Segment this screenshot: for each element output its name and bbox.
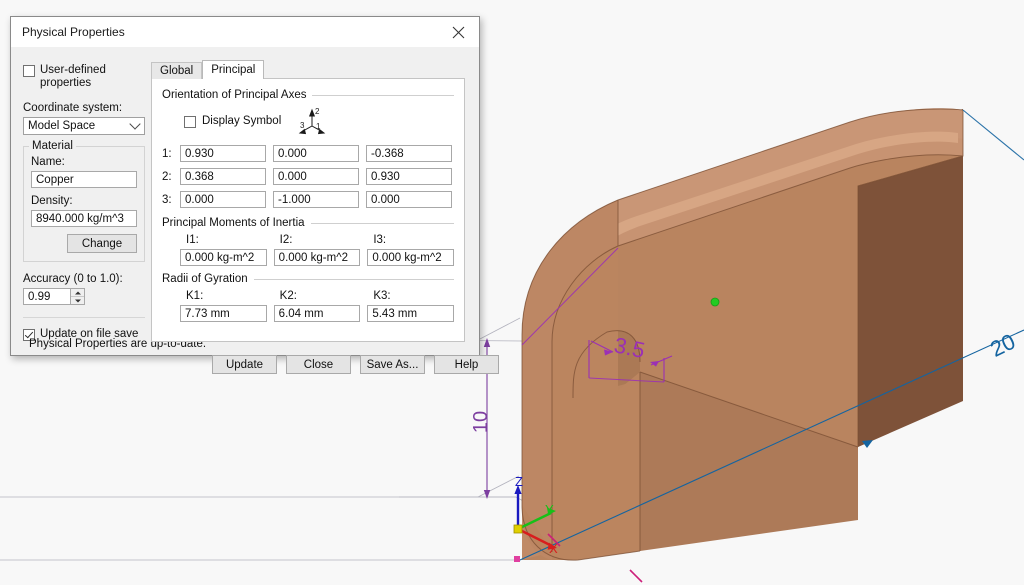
moment-i3-label: I3:: [373, 234, 387, 246]
update-button[interactable]: Update: [212, 355, 277, 374]
axis-row-index: 1:: [162, 147, 172, 160]
moments-row: I1: 0.000 kg-m^2 I2: 0.000 kg-m^2 I3: 0.…: [162, 234, 455, 266]
coordinate-system-select[interactable]: Model Space: [23, 117, 145, 135]
moment-i3: I3: 0.000 kg-m^2: [367, 234, 455, 266]
moment-i1-label: I1:: [186, 234, 199, 246]
radius-k2-field[interactable]: 6.04 mm: [273, 305, 361, 322]
dialog-buttons: Update Close Save As... Help: [212, 355, 499, 374]
radius-k2-label: K2:: [279, 290, 297, 302]
table-row: 3: 0.000 -1.000 0.000: [162, 191, 454, 208]
axis-row-index: 2:: [162, 170, 172, 183]
user-defined-properties-row[interactable]: User-defined properties: [23, 64, 145, 90]
coordinate-system-label: Coordinate system:: [23, 102, 123, 114]
selected-point[interactable]: [710, 297, 720, 307]
accuracy-field[interactable]: 0.99: [23, 288, 70, 305]
display-symbol-checkbox[interactable]: [184, 115, 196, 128]
moment-i2-label: I2:: [279, 234, 293, 246]
radius-k1-label: K1:: [186, 290, 204, 302]
axis-2-label: 2: [315, 107, 320, 116]
dialog-title: Physical Properties: [22, 25, 125, 39]
table-row: 2: 0.368 0.000 0.930: [162, 168, 454, 185]
material-density-label: Density:: [31, 195, 73, 207]
ucs-y-label: Y: [545, 502, 554, 517]
orientation-section-title: Orientation of Principal Axes: [162, 89, 307, 101]
axis-3-c2-field[interactable]: -1.000: [273, 191, 359, 208]
dimension-height-label: 10: [470, 411, 492, 433]
display-symbol-label: Display Symbol: [202, 114, 282, 127]
tabstrip: Global Principal: [151, 60, 465, 79]
moments-section-title: Principal Moments of Inertia: [162, 217, 305, 229]
axis-1-label: 1: [316, 122, 321, 131]
dialog-body: User-defined properties Coordinate syste…: [11, 47, 499, 374]
close-glyph: [452, 26, 464, 38]
physical-properties-dialog[interactable]: Physical Properties User-defined propert…: [10, 16, 499, 374]
axis-1-c2-field[interactable]: 0.000: [273, 145, 359, 162]
moments-section-header: Principal Moments of Inertia: [162, 217, 454, 229]
moment-i3-field[interactable]: 0.000 kg-m^2: [367, 249, 455, 266]
radius-k3: K3: 5.43 mm: [367, 290, 455, 322]
material-density-field[interactable]: 8940.000 kg/m^3: [31, 210, 137, 227]
axis-1-c3-field[interactable]: -0.368: [366, 145, 452, 162]
orientation-section-header: Orientation of Principal Axes: [162, 89, 454, 101]
principal-axes-icon: 2 1 3: [298, 107, 326, 135]
radius-k2: K2: 6.04 mm: [273, 290, 361, 322]
axis-2-c2-field[interactable]: 0.000: [273, 168, 359, 185]
moment-i2-field[interactable]: 0.000 kg-m^2: [273, 249, 361, 266]
moment-i1: I1: 0.000 kg-m^2: [180, 234, 267, 266]
close-button[interactable]: Close: [286, 355, 351, 374]
user-defined-properties-checkbox[interactable]: [23, 65, 35, 77]
chevron-down-icon: [129, 118, 141, 130]
accuracy-stepper[interactable]: 0.99: [23, 288, 85, 305]
accuracy-spin-up[interactable]: [71, 289, 84, 297]
radii-row: K1: 7.73 mm K2: 6.04 mm K3: 5.43 mm: [162, 290, 455, 322]
radii-section-header: Radii of Gyration: [162, 273, 454, 285]
ucs-z-label: Z: [515, 474, 523, 489]
coordinate-system-value: Model Space: [28, 120, 96, 132]
material-name-field[interactable]: Copper: [31, 171, 137, 188]
section-rule: [253, 278, 454, 280]
tab-area: Global Principal Orientation of Principa…: [151, 60, 465, 342]
material-group-title: Material: [29, 140, 76, 152]
accuracy-spin-buttons[interactable]: [70, 288, 85, 305]
tab-global[interactable]: Global: [151, 62, 203, 79]
radius-k1: K1: 7.73 mm: [180, 290, 267, 322]
accuracy-label: Accuracy (0 to 1.0):: [23, 273, 123, 285]
material-group: Material Name: Copper Density: 8940.000 …: [23, 140, 145, 262]
axis-3-c1-field[interactable]: 0.000: [180, 191, 266, 208]
moment-i1-field[interactable]: 0.000 kg-m^2: [180, 249, 267, 266]
tab-principal[interactable]: Principal: [202, 60, 265, 79]
material-name-label: Name:: [31, 156, 65, 168]
help-button[interactable]: Help: [434, 355, 499, 374]
radii-section-title: Radii of Gyration: [162, 273, 248, 285]
moment-i2: I2: 0.000 kg-m^2: [273, 234, 361, 266]
accuracy-spin-down[interactable]: [71, 297, 84, 304]
user-defined-properties-label: User-defined properties: [40, 64, 106, 89]
axis-1-c1-field[interactable]: 0.930: [180, 145, 266, 162]
save-as-button[interactable]: Save As...: [360, 355, 425, 374]
axis-row-index: 3:: [162, 193, 172, 206]
section-rule: [310, 222, 454, 224]
change-material-button[interactable]: Change: [67, 234, 137, 253]
radius-k3-field[interactable]: 5.43 mm: [367, 305, 455, 322]
display-symbol-row[interactable]: Display Symbol 2 1 3: [184, 106, 454, 136]
dialog-titlebar[interactable]: Physical Properties: [11, 17, 479, 47]
axis-2-c1-field[interactable]: 0.368: [180, 168, 266, 185]
table-row: 1: 0.930 0.000 -0.368: [162, 145, 454, 162]
dialog-left-column: User-defined properties Coordinate syste…: [23, 64, 145, 353]
ucs-x-label: X: [549, 541, 558, 556]
axis-3-c3-field[interactable]: 0.000: [366, 191, 452, 208]
section-rule: [312, 94, 454, 96]
axis-3-label: 3: [300, 121, 305, 130]
left-divider: [23, 317, 145, 318]
radius-k3-label: K3:: [373, 290, 391, 302]
close-icon[interactable]: [437, 17, 479, 47]
principal-tab-panel: Orientation of Principal Axes Display Sy…: [151, 78, 465, 342]
axis-2-c3-field[interactable]: 0.930: [366, 168, 452, 185]
radius-k1-field[interactable]: 7.73 mm: [180, 305, 267, 322]
